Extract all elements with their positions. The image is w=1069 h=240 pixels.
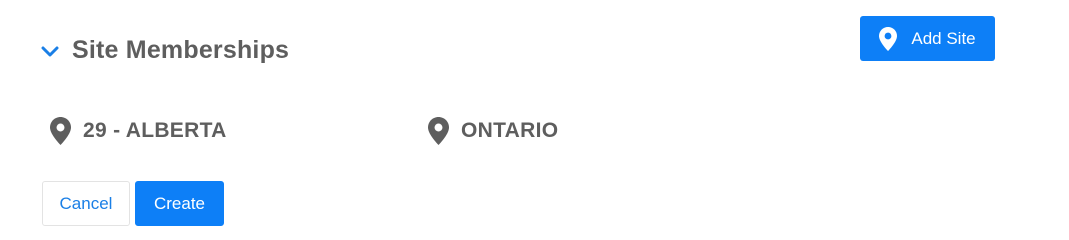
map-pin-icon <box>50 117 71 145</box>
map-pin-icon <box>428 117 449 145</box>
map-pin-icon <box>879 26 898 51</box>
chevron-down-icon[interactable] <box>40 42 60 62</box>
site-item: 29 - ALBERTA <box>50 114 227 148</box>
create-button[interactable]: Create <box>135 181 224 226</box>
site-label: 29 - ALBERTA <box>83 119 227 142</box>
site-item: ONTARIO <box>428 114 558 148</box>
add-site-button[interactable]: Add Site <box>860 16 995 61</box>
site-memberships-header: Site Memberships <box>40 30 289 70</box>
add-site-label: Add Site <box>911 28 976 48</box>
site-label: ONTARIO <box>461 119 559 142</box>
cancel-button[interactable]: Cancel <box>42 181 130 226</box>
section-title: Site Memberships <box>72 35 290 64</box>
